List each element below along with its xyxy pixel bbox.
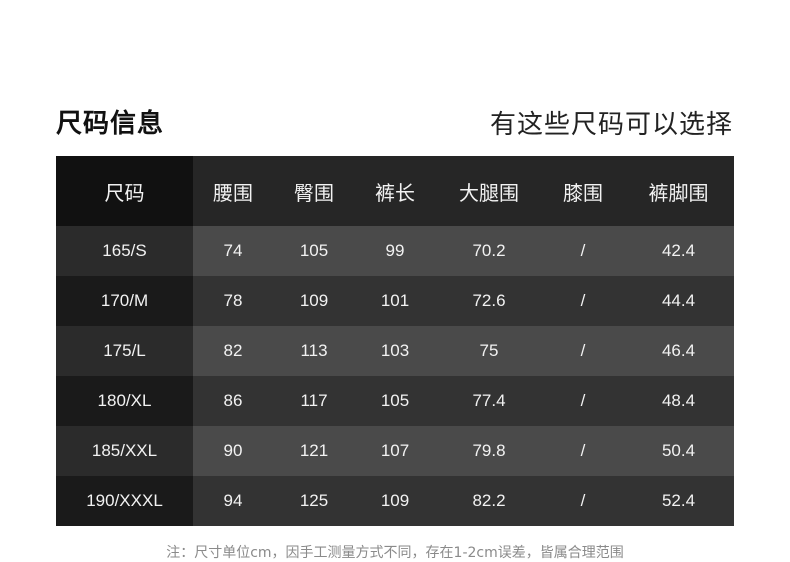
cell-hip: 109 bbox=[273, 276, 355, 326]
cell-hem: 48.4 bbox=[623, 376, 734, 426]
page-subtitle: 有这些尺码可以选择 bbox=[489, 110, 733, 140]
cell-size: 165/S bbox=[56, 226, 193, 276]
cell-thigh: 75 bbox=[435, 326, 543, 376]
cell-thigh: 72.6 bbox=[435, 276, 543, 326]
cell-size: 180/XL bbox=[56, 376, 193, 426]
cell-hem: 46.4 bbox=[623, 326, 734, 376]
table-row: 185/XXL 90 121 107 79.8 / 50.4 bbox=[56, 426, 734, 476]
table-row: 165/S 74 105 99 70.2 / 42.4 bbox=[56, 226, 734, 276]
table-row: 175/L 82 113 103 75 / 46.4 bbox=[56, 326, 734, 376]
cell-thigh: 77.4 bbox=[435, 376, 543, 426]
header-length: 裤长 bbox=[355, 156, 435, 226]
measurement-note: 注：尺寸单位cm，因手工测量方式不同，存在1-2cm误差，皆属合理范围 bbox=[166, 545, 624, 561]
cell-size: 190/XXXL bbox=[56, 476, 193, 526]
cell-waist: 82 bbox=[193, 326, 273, 376]
cell-knee: / bbox=[543, 376, 623, 426]
cell-hem: 42.4 bbox=[623, 226, 734, 276]
cell-waist: 78 bbox=[193, 276, 273, 326]
table-header-row: 尺码 腰围 臀围 裤长 大腿围 膝围 裤脚围 bbox=[56, 156, 734, 226]
header-knee: 膝围 bbox=[543, 156, 623, 226]
cell-knee: / bbox=[543, 476, 623, 526]
size-table: 尺码 腰围 臀围 裤长 大腿围 膝围 裤脚围 165/S 74 105 99 7… bbox=[56, 156, 734, 526]
cell-length: 99 bbox=[355, 226, 435, 276]
table-row: 170/M 78 109 101 72.6 / 44.4 bbox=[56, 276, 734, 326]
cell-length: 103 bbox=[355, 326, 435, 376]
cell-hem: 50.4 bbox=[623, 426, 734, 476]
cell-hip: 117 bbox=[273, 376, 355, 426]
header-thigh: 大腿围 bbox=[435, 156, 543, 226]
header-waist: 腰围 bbox=[193, 156, 273, 226]
cell-length: 107 bbox=[355, 426, 435, 476]
cell-length: 101 bbox=[355, 276, 435, 326]
cell-hip: 105 bbox=[273, 226, 355, 276]
table-row: 180/XL 86 117 105 77.4 / 48.4 bbox=[56, 376, 734, 426]
header-hip: 臀围 bbox=[273, 156, 355, 226]
cell-knee: / bbox=[543, 226, 623, 276]
header-size: 尺码 bbox=[56, 156, 193, 226]
cell-hem: 52.4 bbox=[623, 476, 734, 526]
header-hem: 裤脚围 bbox=[623, 156, 734, 226]
cell-knee: / bbox=[543, 426, 623, 476]
cell-knee: / bbox=[543, 326, 623, 376]
cell-waist: 86 bbox=[193, 376, 273, 426]
cell-size: 170/M bbox=[56, 276, 193, 326]
cell-knee: / bbox=[543, 276, 623, 326]
cell-waist: 74 bbox=[193, 226, 273, 276]
cell-thigh: 79.8 bbox=[435, 426, 543, 476]
page-title: 尺码信息 bbox=[56, 109, 165, 139]
cell-waist: 94 bbox=[193, 476, 273, 526]
cell-thigh: 70.2 bbox=[435, 226, 543, 276]
cell-size: 185/XXL bbox=[56, 426, 193, 476]
cell-hip: 121 bbox=[273, 426, 355, 476]
cell-length: 109 bbox=[355, 476, 435, 526]
table-row: 190/XXXL 94 125 109 82.2 / 52.4 bbox=[56, 476, 734, 526]
cell-hip: 125 bbox=[273, 476, 355, 526]
cell-length: 105 bbox=[355, 376, 435, 426]
cell-hip: 113 bbox=[273, 326, 355, 376]
cell-hem: 44.4 bbox=[623, 276, 734, 326]
cell-waist: 90 bbox=[193, 426, 273, 476]
cell-size: 175/L bbox=[56, 326, 193, 376]
cell-thigh: 82.2 bbox=[435, 476, 543, 526]
